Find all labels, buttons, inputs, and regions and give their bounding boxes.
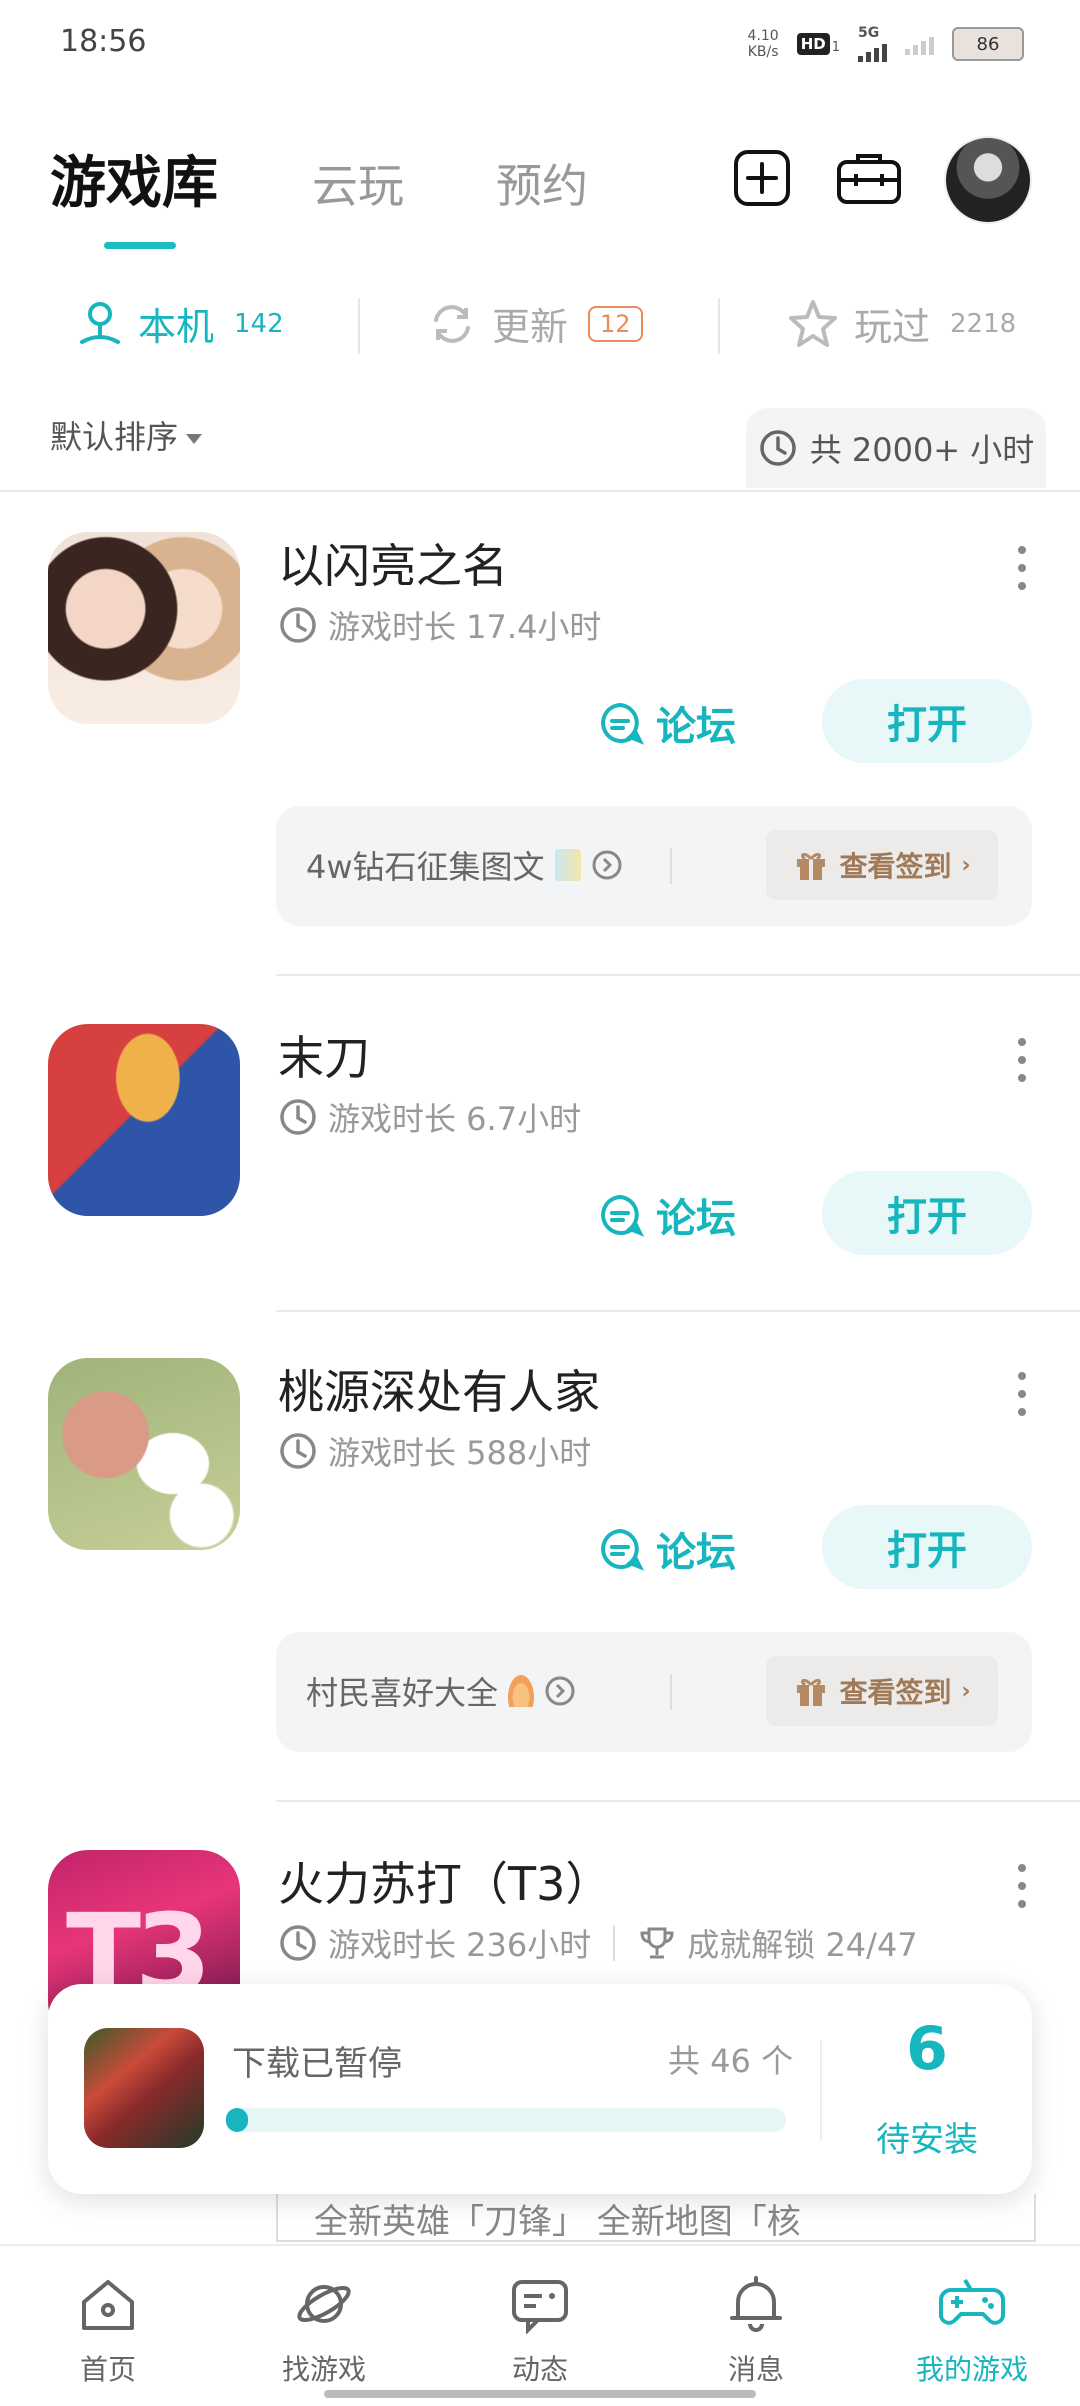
tab-indicator [104, 242, 176, 249]
download-game-thumbnail [84, 2028, 204, 2148]
tab-cloud-play[interactable]: 云玩 [312, 150, 404, 216]
divider [718, 298, 720, 354]
update-count-badge: 12 [588, 305, 643, 342]
hidden-promo: 全新英雄「刀锋」 全新地图「核 [276, 2194, 1036, 2242]
divider [276, 974, 1080, 976]
promo-banner[interactable]: 4w钻石征集图文 查看签到 › [276, 806, 1032, 926]
bell-icon [730, 2276, 782, 2332]
more-options-icon[interactable] [1010, 1038, 1034, 1082]
caret-down-icon [186, 434, 203, 444]
download-progress-bar [226, 2108, 786, 2132]
clock-icon [280, 1433, 316, 1469]
trophy-icon [640, 1927, 674, 1959]
user-avatar[interactable] [944, 136, 1032, 224]
chat-bubble-icon [601, 702, 644, 745]
refresh-icon [434, 304, 470, 343]
download-progress-fill [226, 2108, 249, 2132]
subtab-updates[interactable]: 更新 12 [426, 296, 643, 351]
download-status: 下载已暂停 [232, 2044, 402, 2084]
chevron-right-icon: › [961, 852, 971, 878]
game-title[interactable]: 火力苏打（T3） [278, 1848, 611, 1914]
net-speed: 4.10 KB/s [747, 28, 779, 60]
book-icon [554, 849, 581, 881]
nav-activity[interactable]: 动态 [460, 2274, 620, 2388]
game-title[interactable]: 以闪亮之名 [278, 530, 508, 596]
signin-button[interactable]: 查看签到 › [766, 830, 998, 900]
game-icon-shining-name[interactable] [48, 532, 240, 724]
total-hours-chip[interactable]: 共 2000+ 小时 [746, 408, 1046, 488]
home-icon [82, 2280, 134, 2330]
game-playtime: 游戏时长 236小时 成就解锁 24/47 [278, 1920, 918, 1966]
more-options-icon[interactable] [1010, 1864, 1034, 1908]
chat-bubble-icon [601, 1194, 644, 1237]
bottom-navigation: 首页 找游戏 动态 消息 我的游戏 [0, 2244, 1080, 2406]
hd-indicator: HD 1 [796, 33, 840, 55]
more-options-icon[interactable] [1010, 546, 1034, 590]
divider [0, 490, 1080, 492]
pending-install-count[interactable]: 6 [822, 2014, 1032, 2084]
status-time: 18:56 [60, 24, 147, 59]
game-icon-mo-dao[interactable] [48, 1024, 240, 1216]
subtab-local[interactable]: 本机 142 [76, 296, 284, 351]
download-total: 共 46 个 [668, 2042, 794, 2080]
download-panel[interactable]: 下载已暂停 共 46 个 6 待安装 [48, 1984, 1032, 2194]
game-icon-taoyuan[interactable] [48, 1358, 240, 1550]
location-icon [80, 301, 120, 344]
open-game-button[interactable]: 打开 [822, 1505, 1032, 1589]
open-game-button[interactable]: 打开 [822, 1171, 1032, 1255]
chat-bubble-icon [601, 1528, 644, 1571]
clock-icon [759, 430, 796, 466]
chevron-circle-icon [592, 850, 622, 880]
nav-home[interactable]: 首页 [28, 2274, 188, 2388]
clock-icon [280, 1925, 316, 1961]
gift-icon [797, 1678, 826, 1706]
nav-my-games[interactable]: 我的游戏 [892, 2274, 1052, 2388]
signal-5g-icon: 5G [858, 26, 887, 62]
nav-find-games[interactable]: 找游戏 [244, 2274, 404, 2388]
tab-reserve[interactable]: 预约 [496, 150, 588, 216]
chevron-circle-icon [545, 1676, 575, 1706]
message-card-icon [512, 2280, 568, 2334]
divider [358, 298, 360, 354]
add-icon [734, 150, 790, 206]
promo-banner[interactable]: 村民喜好大全 查看签到 › [276, 1632, 1032, 1752]
clock-icon [280, 607, 316, 643]
star-icon [789, 299, 837, 347]
game-title[interactable]: 桃源深处有人家 [278, 1356, 600, 1422]
divider [276, 1310, 1080, 1312]
game-playtime: 游戏时长 588小时 [278, 1428, 591, 1474]
divider [276, 1800, 1080, 1802]
fire-icon [508, 1675, 535, 1707]
add-button[interactable] [730, 146, 794, 210]
game-playtime: 游戏时长 17.4小时 [278, 602, 601, 648]
signal-icon [905, 33, 934, 55]
pending-install-label[interactable]: 待安装 [822, 2112, 1032, 2161]
game-title[interactable]: 末刀 [278, 1022, 370, 1088]
nav-messages[interactable]: 消息 [676, 2274, 836, 2388]
gamepad-icon [939, 2278, 1005, 2325]
game-playtime: 游戏时长 6.7小时 [278, 1094, 581, 1140]
status-indicators: 4.10 KB/s HD 1 5G 86 [748, 26, 1024, 62]
gift-icon [797, 852, 826, 880]
more-options-icon[interactable] [1010, 1372, 1034, 1416]
subtab-played[interactable]: 玩过 2218 [786, 296, 1016, 351]
sort-dropdown[interactable]: 默认排序 [50, 412, 203, 458]
forum-button[interactable]: 论坛 [596, 1186, 736, 1244]
planet-icon [297, 2285, 351, 2323]
battery-icon: 86 [952, 27, 1024, 61]
tab-game-library[interactable]: 游戏库 [50, 138, 218, 219]
signin-button[interactable]: 查看签到 › [766, 1656, 998, 1726]
clock-icon [280, 1099, 316, 1135]
home-indicator[interactable] [324, 2390, 756, 2398]
toolbox-icon [837, 154, 901, 204]
toolbox-button[interactable] [834, 146, 904, 210]
chevron-right-icon: › [961, 1678, 971, 1704]
forum-button[interactable]: 论坛 [596, 1520, 736, 1578]
open-game-button[interactable]: 打开 [822, 679, 1032, 763]
forum-button[interactable]: 论坛 [596, 694, 736, 752]
